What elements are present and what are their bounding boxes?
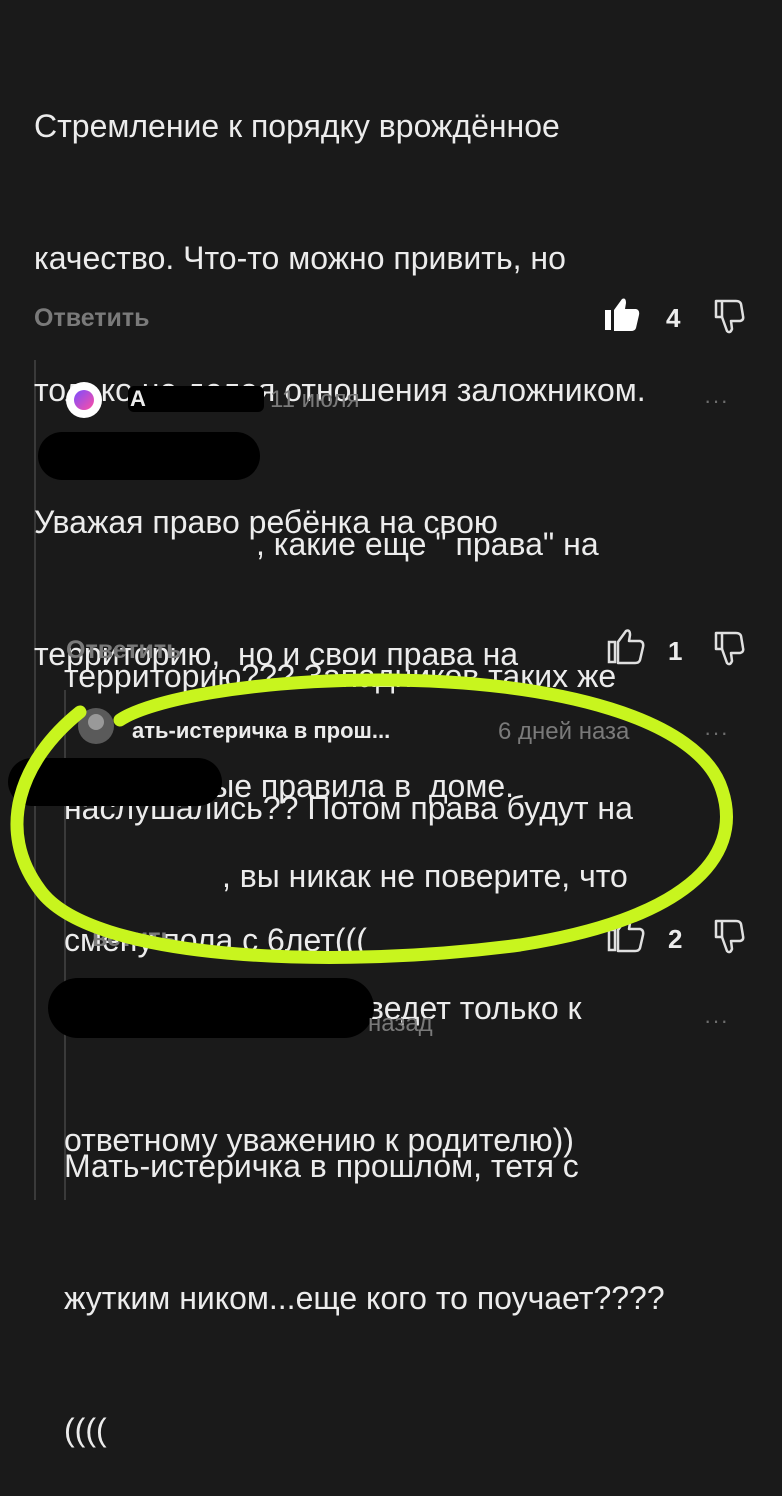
like-count: 2 — [668, 924, 683, 954]
redaction — [128, 386, 264, 412]
more-icon[interactable]: ··· — [704, 1008, 729, 1034]
comment-line: Стремление к порядку врождённое — [34, 108, 560, 144]
avatar[interactable] — [66, 382, 102, 418]
reply-button[interactable]: Ответить — [66, 636, 182, 665]
more-icon[interactable]: ··· — [704, 720, 729, 746]
author-name[interactable]: ать-истеричка в прош... — [132, 718, 390, 744]
comment-line: , вы никак не поверите, что — [222, 858, 628, 894]
author-name[interactable]: А — [130, 386, 146, 412]
comment-line: , какие еще " права" на — [256, 526, 599, 562]
comment-line: Мать-истеричка в прошлом, тетя с — [64, 1148, 579, 1184]
avatar-icon — [88, 714, 104, 730]
comment-text: Мать-истеричка в прошлом, тетя с жутким … — [64, 1056, 665, 1496]
comment-line: качество. Что-то можно привить, но — [34, 240, 566, 276]
thumbs-up-icon[interactable] — [602, 296, 642, 334]
redaction — [48, 978, 374, 1038]
avatar[interactable] — [78, 708, 114, 744]
comment-line: жутким ником...еще кого то поучает???? — [64, 1280, 665, 1316]
reply-button[interactable]: ветить — [92, 924, 176, 953]
thumbs-up-icon[interactable] — [606, 628, 646, 666]
comment-date: 11 июля — [270, 386, 360, 413]
reply-button[interactable]: Ответить — [34, 304, 150, 333]
comment-line: (((( — [64, 1412, 107, 1448]
thumbs-down-icon[interactable] — [712, 298, 748, 336]
thumbs-up-icon[interactable] — [606, 916, 646, 954]
thumbs-down-icon[interactable] — [712, 918, 748, 956]
comment-date: назад — [368, 1010, 433, 1037]
avatar-icon — [74, 390, 94, 410]
comment-date: 6 дней наза — [498, 718, 630, 745]
thumbs-down-icon[interactable] — [712, 630, 748, 668]
like-count: 1 — [668, 636, 683, 666]
more-icon[interactable]: ··· — [704, 388, 729, 414]
like-count: 4 — [666, 303, 681, 333]
